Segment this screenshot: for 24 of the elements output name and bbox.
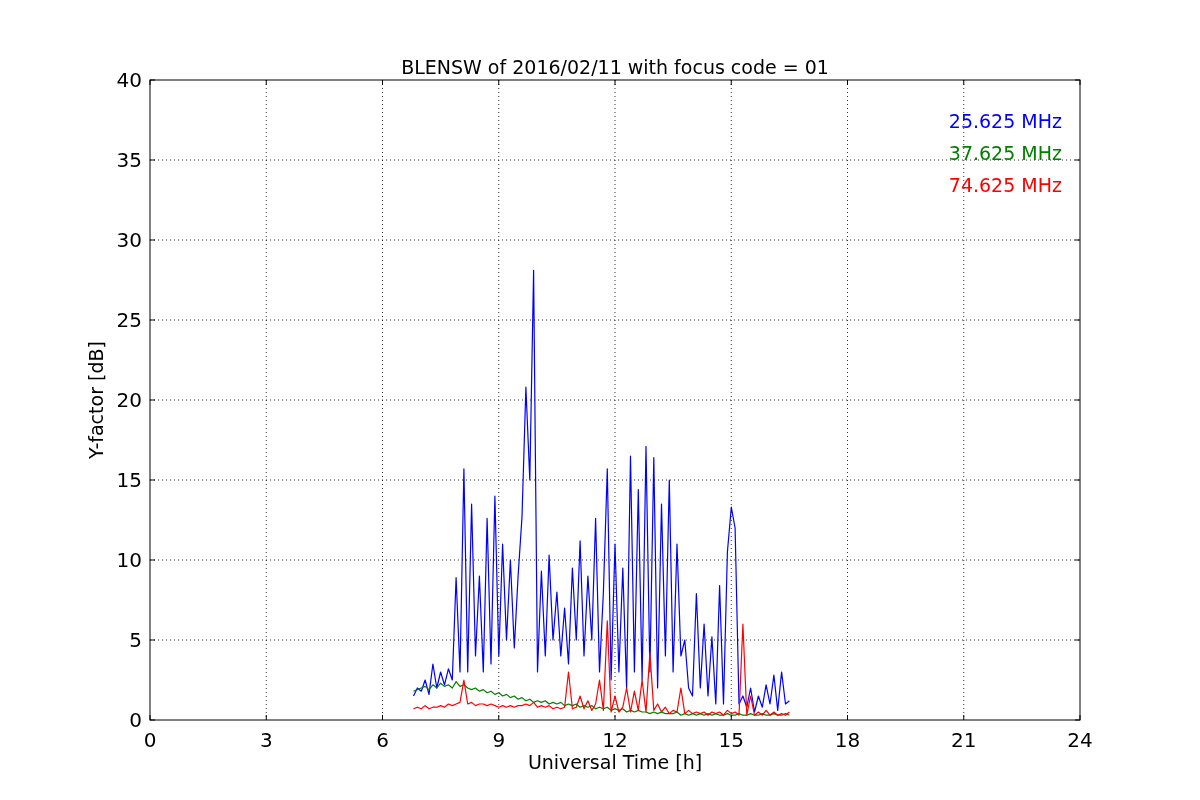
tick-label: 25 xyxy=(116,308,142,332)
tick-label: 6 xyxy=(376,728,389,752)
tick-label: 3 xyxy=(259,728,273,752)
tick-label: 0 xyxy=(129,708,142,732)
tick-label: 21 xyxy=(951,728,977,752)
legend-label: 37.625 MHz xyxy=(948,142,1062,164)
tick-label: 20 xyxy=(116,388,142,412)
tick-label: 40 xyxy=(116,68,142,92)
tick-label: 10 xyxy=(116,548,142,572)
tick-label: 35 xyxy=(116,148,142,172)
legend-label: 74.625 MHz xyxy=(948,174,1062,196)
tick-label: 15 xyxy=(116,468,142,492)
x-axis-label: Universal Time [h] xyxy=(527,751,703,773)
y-axis-label: Y-factor [dB] xyxy=(85,341,107,459)
tick-label: 18 xyxy=(834,728,861,752)
tick-label: 24 xyxy=(1067,728,1093,752)
tick-label: 12 xyxy=(602,728,628,752)
tick-label: 9 xyxy=(492,728,506,752)
tick-label: 15 xyxy=(718,728,744,752)
tick-label: 5 xyxy=(129,628,142,652)
tick-label: 0 xyxy=(143,728,157,752)
legend-label: 25.625 MHz xyxy=(948,110,1062,132)
tick-label: 30 xyxy=(116,228,142,252)
chart-title: BLENSW of 2016/02/11 with focus code = 01 xyxy=(401,56,829,78)
